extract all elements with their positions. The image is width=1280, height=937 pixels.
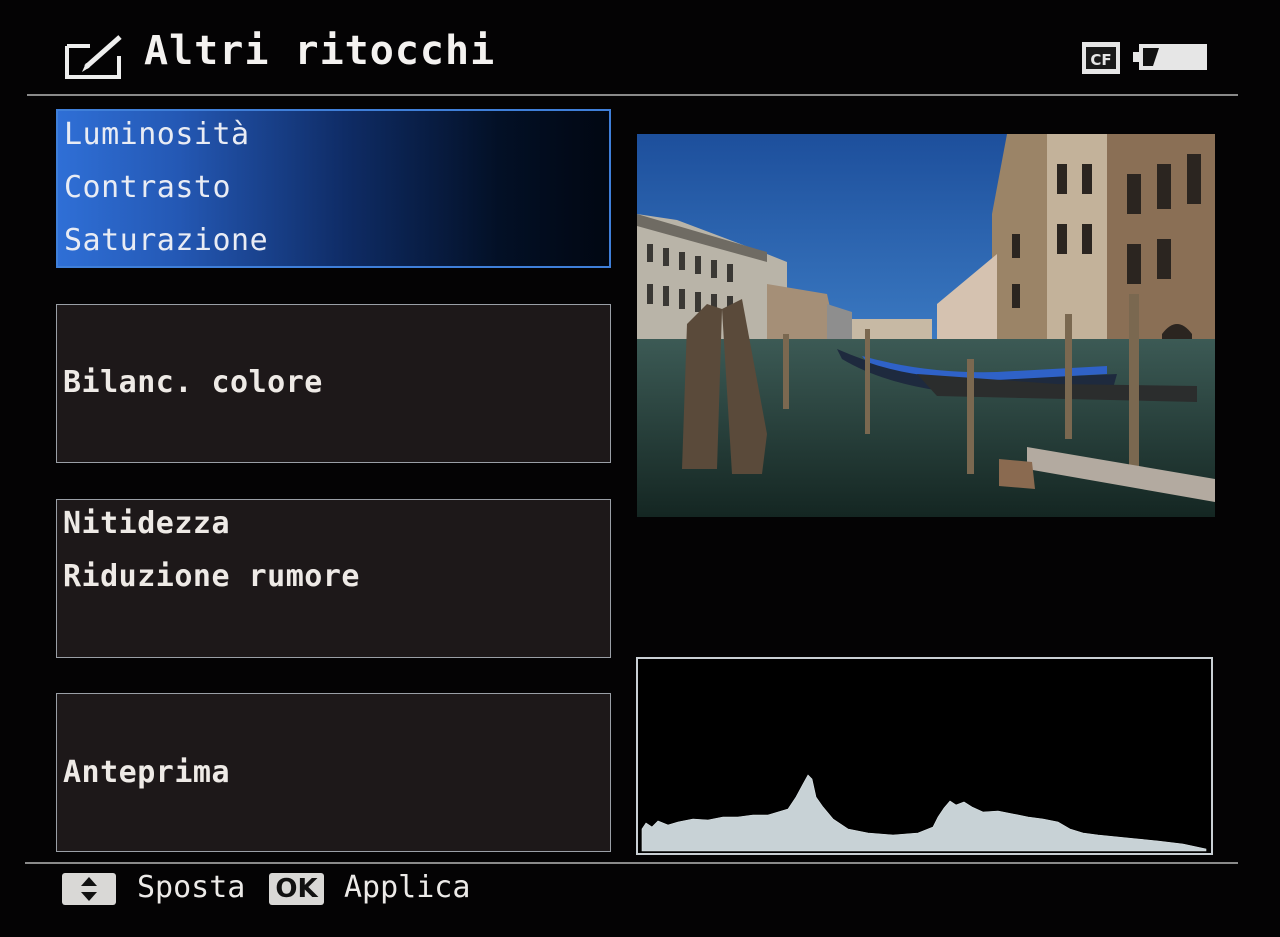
menu-item-sharpness-noise[interactable]: Nitidezza Riduzione rumore <box>56 499 611 658</box>
apply-hint-label: Applica <box>344 870 471 905</box>
battery-icon <box>1133 44 1207 70</box>
option-color-balance: Bilanc. colore <box>63 365 323 400</box>
footer-divider <box>25 862 1238 864</box>
histogram-curve <box>641 774 1207 852</box>
option-sharpness: Nitidezza <box>63 506 231 541</box>
option-brightness: Luminosità <box>64 117 250 152</box>
header-divider <box>27 94 1238 96</box>
option-preview: Anteprima <box>63 755 231 790</box>
option-saturation: Saturazione <box>64 223 269 258</box>
cf-card-icon: CF <box>1082 42 1120 74</box>
screen-title: Altri ritocchi <box>144 28 496 74</box>
option-contrast: Contrasto <box>64 170 232 205</box>
ok-button-icon: OK <box>269 873 324 905</box>
menu-item-preview[interactable]: Anteprima <box>56 693 611 852</box>
option-noise-reduction: Riduzione rumore <box>63 559 360 594</box>
menu-item-brightness-contrast-saturation[interactable]: Luminosità Contrasto Saturazione <box>56 109 611 268</box>
move-hint-label: Sposta <box>137 870 246 905</box>
preview-image <box>637 134 1215 517</box>
cf-card-label: CF <box>1090 51 1111 69</box>
up-down-arrows-icon <box>62 873 116 905</box>
retouch-edit-icon <box>65 35 122 79</box>
luminance-histogram <box>636 657 1213 855</box>
menu-item-color-balance[interactable]: Bilanc. colore <box>56 304 611 463</box>
